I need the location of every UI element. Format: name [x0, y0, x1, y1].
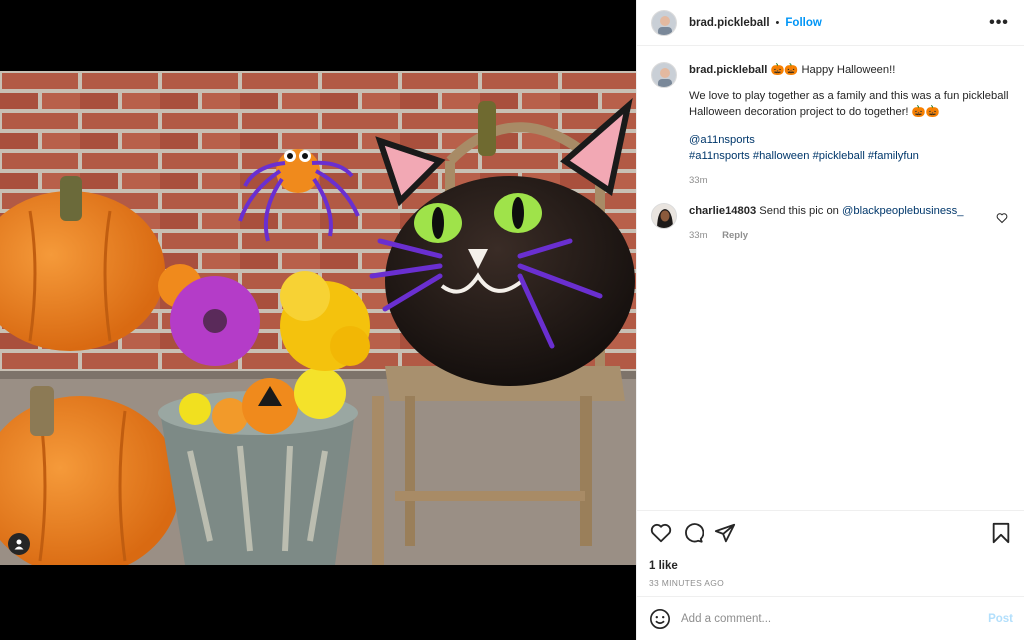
- smiley-shape: [650, 608, 670, 629]
- follow-button[interactable]: Follow: [785, 17, 821, 29]
- user-silhouette-icon: [14, 539, 24, 550]
- comment-time[interactable]: 33m: [689, 230, 707, 241]
- bookmark-shape: [992, 522, 1010, 544]
- caption-title: Happy Halloween!!: [801, 64, 896, 76]
- caption-time[interactable]: 33m: [689, 175, 707, 186]
- comment-input[interactable]: [681, 612, 989, 625]
- user-tag-icon[interactable]: [8, 533, 30, 555]
- add-comment-bar: Post: [637, 596, 1024, 640]
- halloween-photo: [0, 71, 636, 565]
- post-side-panel: brad.pickleball • Follow ••• brad.pickle…: [636, 0, 1024, 640]
- caption-mention[interactable]: @a11nsports: [689, 132, 1010, 148]
- avatar-image: [652, 204, 676, 228]
- caption-emoji: 🎃🎃: [770, 64, 799, 76]
- comment-body: charlie14803 Send this pic on @blackpeop…: [689, 203, 996, 244]
- post-actions: 1 like 33 MINUTES AGO: [637, 510, 1024, 596]
- heart-icon[interactable]: [649, 521, 673, 545]
- likes-count[interactable]: 1 like: [649, 560, 1013, 572]
- post-photo[interactable]: [0, 71, 636, 565]
- avatar-image: [652, 10, 676, 35]
- comment-item: charlie14803 Send this pic on @blackpeop…: [651, 203, 1010, 244]
- author-username[interactable]: brad.pickleball: [689, 17, 770, 29]
- avatar-image: [652, 63, 676, 87]
- emoji-icon[interactable]: [649, 608, 671, 630]
- share-icon[interactable]: [713, 521, 737, 545]
- instagram-post-modal: brad.pickleball • Follow ••• brad.pickle…: [0, 0, 1024, 640]
- post-media: [0, 0, 636, 640]
- caption-body: brad.pickleball 🎃🎃 Happy Halloween!! We …: [689, 62, 1010, 189]
- comment-like-heart-icon[interactable]: [996, 211, 1010, 244]
- reply-button[interactable]: Reply: [722, 230, 748, 241]
- caption: brad.pickleball 🎃🎃 Happy Halloween!! We …: [651, 62, 1010, 189]
- more-options-icon[interactable]: •••: [988, 14, 1010, 32]
- paper-plane-shape: [714, 523, 736, 543]
- post-timestamp[interactable]: 33 MINUTES AGO: [649, 578, 1013, 588]
- caption-text: We love to play together as a family and…: [689, 90, 1009, 118]
- commenter-avatar[interactable]: [651, 203, 677, 229]
- comment-text: Send this pic on: [759, 205, 839, 217]
- bookmark-icon[interactable]: [989, 521, 1013, 545]
- caption-author[interactable]: brad.pickleball: [689, 64, 767, 76]
- comment-author[interactable]: charlie14803: [689, 205, 756, 217]
- header-separator: •: [775, 16, 780, 29]
- heart-shape: [650, 524, 672, 543]
- author-avatar[interactable]: [651, 9, 677, 36]
- post-header: brad.pickleball • Follow •••: [637, 0, 1024, 46]
- comment-icon[interactable]: [681, 521, 705, 545]
- comments-list[interactable]: brad.pickleball 🎃🎃 Happy Halloween!! We …: [637, 46, 1024, 510]
- heart-outline-icon: [996, 213, 1008, 224]
- comment-meta: 33m Reply: [689, 228, 996, 244]
- caption-avatar[interactable]: [651, 62, 677, 88]
- action-icons: [649, 521, 1013, 545]
- comment-mention[interactable]: @blackpeoplebusiness_: [842, 205, 963, 217]
- comment-bubble-shape: [685, 523, 704, 543]
- caption-meta: 33m: [689, 173, 1010, 189]
- caption-hashtags[interactable]: #a11nsports #halloween #pickleball #fami…: [689, 148, 1010, 164]
- post-comment-button[interactable]: Post: [988, 613, 1013, 625]
